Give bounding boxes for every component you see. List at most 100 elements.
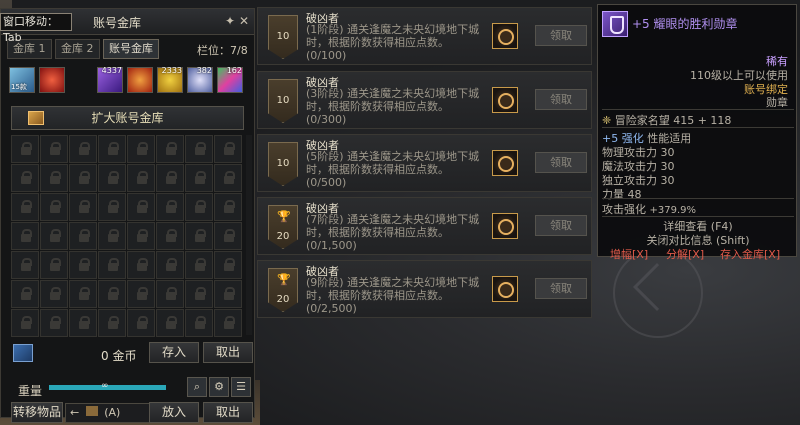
- claim-button[interactable]: 领取: [535, 89, 587, 110]
- locked-slot[interactable]: [11, 164, 39, 192]
- locked-slot[interactable]: [185, 222, 213, 250]
- reward-icon[interactable]: [492, 150, 518, 176]
- locked-slot[interactable]: [98, 193, 126, 221]
- item-slot-5[interactable]: 2333: [157, 66, 183, 93]
- locked-slot[interactable]: [214, 280, 242, 308]
- expand-icon: [28, 111, 44, 125]
- withdraw-gold-button[interactable]: 取出: [203, 342, 253, 363]
- reward-icon[interactable]: [492, 276, 518, 302]
- locked-slot[interactable]: [40, 251, 68, 279]
- amplify-action[interactable]: 增幅[X]: [610, 246, 648, 262]
- item-slot-1[interactable]: 15款: [9, 67, 35, 93]
- claim-button[interactable]: 领取: [535, 152, 587, 173]
- pin-icon[interactable]: ✦: [223, 14, 237, 28]
- locked-slot[interactable]: [69, 251, 97, 279]
- locked-slot[interactable]: [11, 222, 39, 250]
- transfer-indicator[interactable]: ← (A): [65, 403, 161, 423]
- locked-slot[interactable]: [214, 193, 242, 221]
- locked-slot[interactable]: [156, 251, 184, 279]
- locked-slot[interactable]: [40, 135, 68, 163]
- locked-slot[interactable]: [127, 164, 155, 192]
- locked-slot[interactable]: [185, 280, 213, 308]
- locked-slot[interactable]: [127, 309, 155, 337]
- locked-slot[interactable]: [11, 135, 39, 163]
- locked-slot[interactable]: [214, 222, 242, 250]
- locked-slot[interactable]: [156, 222, 184, 250]
- locked-slot[interactable]: [98, 280, 126, 308]
- locked-slot[interactable]: [214, 309, 242, 337]
- locked-slot[interactable]: [185, 251, 213, 279]
- item-slot-3[interactable]: 4337: [97, 66, 123, 93]
- item-badge: 15款: [11, 83, 27, 91]
- locked-slot[interactable]: [127, 193, 155, 221]
- locked-slot[interactable]: [40, 222, 68, 250]
- locked-slot[interactable]: [156, 164, 184, 192]
- reward-icon[interactable]: [492, 87, 518, 113]
- locked-slot[interactable]: [185, 309, 213, 337]
- locked-slot[interactable]: [11, 193, 39, 221]
- locked-slot[interactable]: [214, 164, 242, 192]
- claim-button[interactable]: 领取: [535, 278, 587, 299]
- locked-slot[interactable]: [127, 280, 155, 308]
- locked-slot[interactable]: [11, 280, 39, 308]
- locked-slot[interactable]: [156, 135, 184, 163]
- locked-slot[interactable]: [40, 280, 68, 308]
- attack-boost-value: +379.9%: [649, 205, 697, 216]
- locked-slot[interactable]: [127, 222, 155, 250]
- locked-slot[interactable]: [98, 222, 126, 250]
- take-out-button[interactable]: 取出: [203, 402, 253, 423]
- locked-slot[interactable]: [156, 280, 184, 308]
- locked-slot[interactable]: [98, 164, 126, 192]
- put-in-button[interactable]: 放入: [149, 402, 199, 423]
- expand-vault-button[interactable]: 扩大账号金库: [11, 106, 244, 130]
- vault-scrollbar[interactable]: [246, 135, 252, 335]
- locked-slot[interactable]: [40, 164, 68, 192]
- locked-slot[interactable]: [185, 193, 213, 221]
- reward-icon[interactable]: [492, 23, 518, 49]
- locked-slot[interactable]: [127, 251, 155, 279]
- locked-slot[interactable]: [98, 251, 126, 279]
- locked-slot[interactable]: [69, 135, 97, 163]
- transfer-key: (A): [104, 406, 121, 419]
- gold-icon[interactable]: [13, 344, 33, 362]
- reward-icon[interactable]: [492, 213, 518, 239]
- gear-icon[interactable]: ⚙: [209, 377, 229, 397]
- locked-slot[interactable]: [156, 193, 184, 221]
- tab-vault-2[interactable]: 金库 2: [55, 39, 100, 59]
- locked-slot[interactable]: [69, 280, 97, 308]
- badge-points: 10: [276, 158, 290, 169]
- disassemble-action[interactable]: 分解[X]: [666, 246, 704, 262]
- locked-slot[interactable]: [69, 193, 97, 221]
- locked-slot[interactable]: [40, 193, 68, 221]
- locked-slot[interactable]: [127, 135, 155, 163]
- locked-slot[interactable]: [185, 164, 213, 192]
- locked-slot[interactable]: [98, 135, 126, 163]
- item-name: +5 耀眼的胜利勋章: [632, 17, 738, 31]
- tab-account-vault[interactable]: 账号金库: [103, 39, 159, 59]
- item-slot-4[interactable]: [127, 67, 153, 93]
- close-icon[interactable]: ✕: [237, 14, 251, 28]
- locked-slot[interactable]: [98, 309, 126, 337]
- locked-slot[interactable]: [69, 309, 97, 337]
- claim-button[interactable]: 领取: [535, 25, 587, 46]
- search-icon[interactable]: ⌕: [187, 377, 207, 397]
- badge-points: 20: [276, 231, 290, 242]
- transfer-items-button[interactable]: 转移物品: [11, 402, 63, 423]
- locked-slot[interactable]: [214, 251, 242, 279]
- locked-slot[interactable]: [185, 135, 213, 163]
- list-icon[interactable]: ☰: [231, 377, 251, 397]
- locked-slot[interactable]: [156, 309, 184, 337]
- store-vault-action[interactable]: 存入金库[X]: [720, 246, 780, 262]
- item-slot-2[interactable]: [39, 67, 65, 93]
- locked-slot[interactable]: [11, 309, 39, 337]
- fame-icon: ❈: [602, 114, 612, 127]
- deposit-gold-button[interactable]: 存入: [149, 342, 199, 363]
- item-slot-7[interactable]: 162: [217, 66, 243, 93]
- locked-slot[interactable]: [69, 164, 97, 192]
- item-slot-6[interactable]: 382: [187, 66, 213, 93]
- locked-slot[interactable]: [40, 309, 68, 337]
- locked-slot[interactable]: [214, 135, 242, 163]
- claim-button[interactable]: 领取: [535, 215, 587, 236]
- locked-slot[interactable]: [69, 222, 97, 250]
- locked-slot[interactable]: [11, 251, 39, 279]
